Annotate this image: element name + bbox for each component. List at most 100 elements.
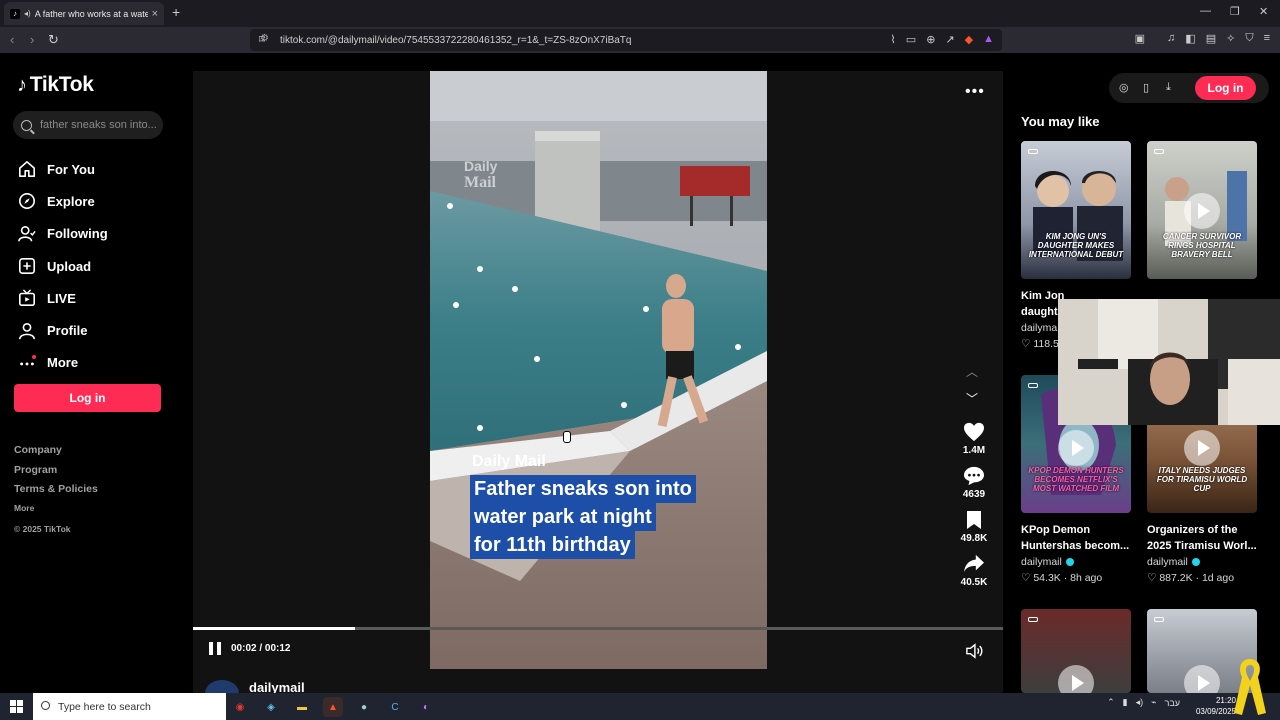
login-button[interactable]: Log in: [14, 384, 161, 412]
reader-icon[interactable]: ▭: [906, 33, 916, 46]
nav-profile[interactable]: Profile: [18, 314, 108, 346]
minimize-icon[interactable]: —: [1200, 5, 1211, 17]
address-bar[interactable]: ⚙ tiktok.com/@dailymail/video/7545533722…: [250, 29, 1002, 51]
verified-badge-icon: [1191, 558, 1200, 566]
video-player[interactable]: Daily Mail Daily Mail Father sneaks son …: [193, 71, 1003, 693]
obs-icon[interactable]: ◉: [230, 697, 250, 717]
nav-following[interactable]: Following: [18, 218, 108, 250]
play-icon[interactable]: [1184, 193, 1220, 229]
play-icon[interactable]: [1058, 665, 1094, 693]
translate-icon[interactable]: ⌇: [890, 33, 895, 46]
video-frame[interactable]: Daily Mail Daily Mail Father sneaks son …: [430, 71, 767, 669]
terms-link[interactable]: Terms & Policies: [14, 483, 98, 503]
search-icon: [21, 119, 32, 131]
author-avatar[interactable]: [205, 680, 239, 693]
forward-icon[interactable]: ›: [30, 32, 34, 47]
restore-icon[interactable]: ❐: [1230, 5, 1240, 18]
download-icon[interactable]: ⤓: [1166, 81, 1171, 94]
search-input[interactable]: father sneaks son into...: [13, 111, 163, 139]
video-thumbnail[interactable]: KIM JONG UN'S DAUGHTER MAKES INTERNATION…: [1021, 141, 1131, 279]
close-tab-icon[interactable]: ×: [152, 8, 158, 20]
c-app-icon[interactable]: C: [385, 697, 405, 717]
like-count: 1.4M: [962, 445, 986, 456]
taskbar-search-input[interactable]: Type here to search: [33, 693, 226, 720]
card-author[interactable]: dailymail: [1147, 556, 1257, 568]
play-icon[interactable]: [1184, 430, 1220, 466]
copyright: © 2025 TikTok: [14, 523, 71, 534]
tiktok-logo[interactable]: ♪ TikTok: [17, 73, 94, 97]
thumbnail-caption: CANCER SURVIVOR RINGS HOSPITAL BRAVERY B…: [1162, 232, 1242, 259]
video-caption: Father sneaks son into water park at nig…: [470, 475, 696, 559]
new-tab-button[interactable]: +: [172, 4, 180, 20]
brave-rewards-icon[interactable]: ▲: [983, 33, 994, 46]
coin-icon[interactable]: ◎: [1119, 81, 1129, 94]
close-window-icon[interactable]: ✕: [1259, 5, 1268, 18]
mic-icon[interactable]: ▮: [1123, 697, 1128, 708]
browser-toolbar: ‹ › ↻ ⚙ tiktok.com/@dailymail/video/7545…: [0, 27, 1280, 53]
share-action[interactable]: 40.5K: [953, 553, 995, 588]
slideshow-badge-icon: [1028, 149, 1038, 154]
language-indicator[interactable]: עבר: [1165, 698, 1180, 708]
system-tray: ⌃ ▮ ◂) ⌁ עבר: [1107, 697, 1180, 708]
sidebar-toggle-icon[interactable]: ▣: [1135, 32, 1145, 45]
card-title: Organizers of the 2025 Tiramisu Worl...: [1147, 524, 1257, 552]
program-link[interactable]: Program: [14, 464, 98, 484]
video-thumbnail[interactable]: [1021, 609, 1131, 693]
video-thumbnail[interactable]: CANCER SURVIVOR RINGS HOSPITAL BRAVERY B…: [1147, 141, 1257, 279]
author-name[interactable]: dailymail: [249, 680, 305, 693]
nav-upload[interactable]: Upload: [18, 250, 108, 282]
nav-label: Upload: [47, 258, 92, 274]
save-count: 49.8K: [960, 533, 988, 544]
leo-icon[interactable]: ✧: [1226, 32, 1235, 45]
wallet-icon[interactable]: ▤: [1206, 32, 1216, 45]
reload-icon[interactable]: ↻: [48, 32, 59, 48]
volume-icon[interactable]: [965, 643, 983, 664]
taskbar-apps: ◉ ◈ ▬ ▲ ● C ◐: [230, 697, 436, 717]
card-author[interactable]: dailymail: [1021, 556, 1131, 568]
company-link[interactable]: Company: [14, 444, 98, 464]
menu-icon[interactable]: ≡: [1264, 32, 1270, 45]
comment-action[interactable]: 4639: [953, 465, 995, 500]
play-icon[interactable]: [1184, 665, 1220, 693]
next-video-icon[interactable]: ﹀: [966, 390, 978, 407]
bookmark-icon[interactable]: ⌑: [259, 33, 265, 46]
app-icon[interactable]: ●: [354, 697, 374, 717]
caption-line-2: water park at night: [470, 503, 656, 531]
mobile-icon[interactable]: ▯: [1143, 81, 1149, 94]
share-icon[interactable]: ↗: [945, 33, 954, 46]
nav-more[interactable]: More: [18, 347, 108, 379]
nav-live[interactable]: LIVE: [18, 282, 108, 314]
back-icon[interactable]: ‹: [10, 32, 14, 47]
file-explorer-icon[interactable]: ▬: [292, 697, 312, 717]
save-action[interactable]: 49.8K: [953, 509, 995, 544]
brave-taskbar-icon[interactable]: ▲: [323, 697, 343, 717]
speaker-tray-icon[interactable]: ◂): [1136, 697, 1144, 708]
speaker-icon[interactable]: ◂): [24, 9, 31, 18]
top-login-button[interactable]: Log in: [1195, 76, 1256, 100]
taskbar-clock[interactable]: 21:20 03/09/2025: [1196, 695, 1236, 717]
pause-icon[interactable]: [209, 642, 221, 655]
media-icon[interactable]: ♫: [1167, 32, 1175, 45]
video-more-options-icon[interactable]: •••: [965, 83, 985, 101]
like-action[interactable]: 1.4M: [953, 421, 995, 456]
windows-start-icon[interactable]: [10, 700, 23, 713]
zoom-icon[interactable]: ⊕: [926, 33, 935, 46]
vpn-icon[interactable]: ⛉: [1245, 32, 1253, 45]
browser-tab[interactable]: ♪ ◂) A father who works at a wate ×: [4, 2, 164, 25]
video-progress-bar[interactable]: [193, 627, 1003, 630]
suggested-video-card[interactable]: CANCER SURVIVOR RINGS HOSPITAL BRAVERY B…: [1147, 141, 1257, 279]
panel-icon[interactable]: ◧: [1185, 32, 1195, 45]
play-icon[interactable]: [1058, 430, 1094, 466]
suggested-video-card[interactable]: [1021, 609, 1131, 693]
video-time: 00:02 / 00:12: [231, 643, 291, 654]
prev-video-icon[interactable]: ︿: [966, 363, 978, 380]
discord-icon[interactable]: ◐: [416, 697, 436, 717]
tray-chevron-icon[interactable]: ⌃: [1107, 697, 1115, 708]
nav-for-you[interactable]: For You: [18, 153, 108, 185]
network-icon[interactable]: ⌁: [1151, 697, 1156, 708]
more-link[interactable]: More: [14, 503, 98, 524]
nav-explore[interactable]: Explore: [18, 185, 108, 217]
webcam-image: [1058, 299, 1280, 425]
brave-shield-icon[interactable]: ◆: [965, 33, 973, 46]
steam-icon[interactable]: ◈: [261, 697, 281, 717]
